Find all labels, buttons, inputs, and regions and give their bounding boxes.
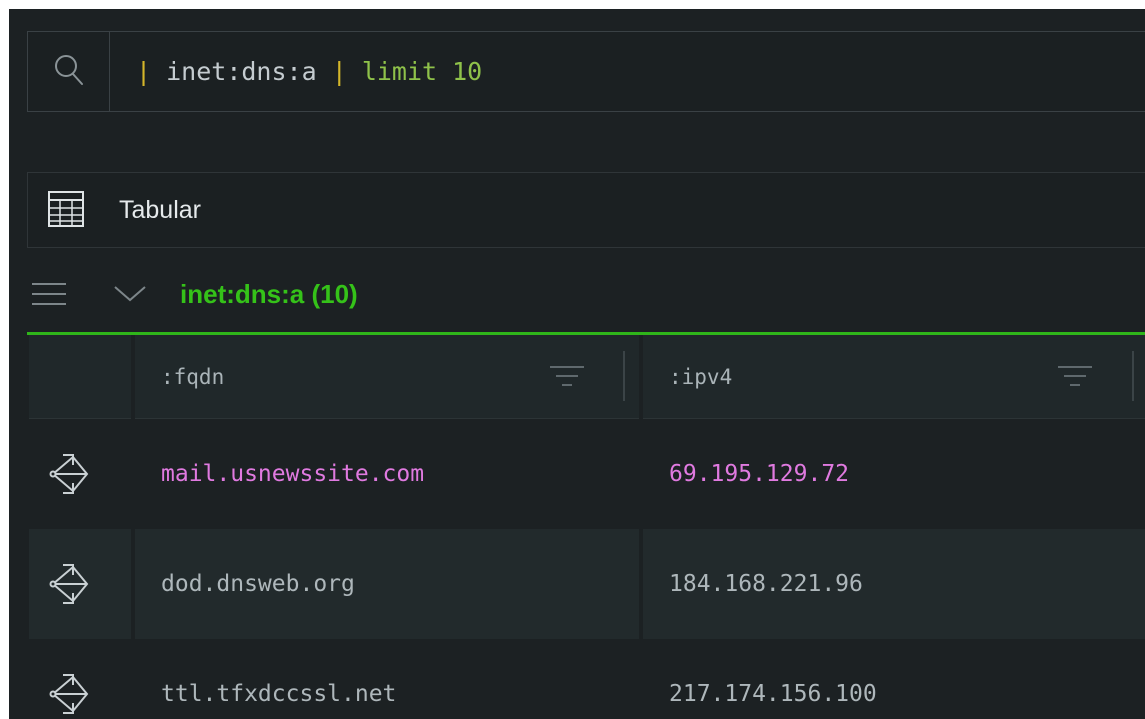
ipv4-value[interactable]: 217.174.156.100 xyxy=(669,639,877,719)
fqdn-value[interactable]: dod.dnsweb.org xyxy=(161,529,355,639)
fqdn-value[interactable]: mail.usnewssite.com xyxy=(161,419,424,529)
view-mode-bar[interactable]: Tabular xyxy=(27,172,1145,248)
storm-query-bar[interactable]: | inet:dns:a | limit 10 xyxy=(27,31,1145,112)
column-header-ipv4[interactable]: :ipv4 xyxy=(643,335,1145,419)
cell-fqdn[interactable]: ttl.tfxdccssl.net xyxy=(135,639,639,719)
node-explore-icon[interactable] xyxy=(47,451,91,501)
hamburger-menu-icon[interactable] xyxy=(32,282,66,310)
result-group-header: inet:dns:a (10) xyxy=(27,255,1145,335)
cell-ipv4[interactable]: 69.195.129.72 xyxy=(643,419,1145,529)
cell-fqdn[interactable]: dod.dnsweb.org xyxy=(135,529,639,639)
column-header-fqdn[interactable]: :fqdn xyxy=(135,335,639,419)
row-action-cell[interactable] xyxy=(29,419,131,529)
chevron-down-icon[interactable] xyxy=(113,285,147,307)
search-icon xyxy=(54,54,84,90)
node-explore-icon[interactable] xyxy=(47,671,91,719)
filter-icon[interactable] xyxy=(550,365,584,391)
table-row[interactable]: dod.dnsweb.org 184.168.221.96 xyxy=(29,529,1145,639)
cell-ipv4[interactable]: 217.174.156.100 xyxy=(643,639,1145,719)
result-group-title: inet:dns:a (10) xyxy=(180,279,358,309)
column-resize-handle[interactable] xyxy=(623,351,625,401)
table-grid-icon xyxy=(48,191,84,231)
row-action-cell[interactable] xyxy=(29,639,131,719)
table-row[interactable]: mail.usnewssite.com 69.195.129.72 xyxy=(29,419,1145,529)
column-resize-handle[interactable] xyxy=(1132,351,1134,401)
table-row[interactable]: ttl.tfxdccssl.net 217.174.156.100 xyxy=(29,639,1145,719)
table-header-row: :fqdn :ipv4 xyxy=(29,335,1145,419)
filter-icon[interactable] xyxy=(1058,365,1092,391)
node-explore-icon[interactable] xyxy=(47,561,91,611)
column-header-actions xyxy=(29,335,131,419)
query-pipe: | xyxy=(136,57,152,86)
row-action-cell[interactable] xyxy=(29,529,131,639)
fqdn-value[interactable]: ttl.tfxdccssl.net xyxy=(161,639,396,719)
ipv4-value[interactable]: 69.195.129.72 xyxy=(669,419,849,529)
query-input[interactable]: | inet:dns:a | limit 10 xyxy=(136,32,482,111)
column-header-label: :ipv4 xyxy=(669,365,733,389)
cell-ipv4[interactable]: 184.168.221.96 xyxy=(643,529,1145,639)
storm-app: | inet:dns:a | limit 10 Tabular inet:dns… xyxy=(9,9,1145,719)
view-mode-label: Tabular xyxy=(119,196,201,224)
query-command: limit 10 xyxy=(361,57,483,86)
query-form: inet:dns:a xyxy=(166,57,317,86)
results-table: :fqdn :ipv4 mail.usnewssite.com 69.195.1… xyxy=(29,335,1145,719)
column-header-label: :fqdn xyxy=(161,365,225,389)
cell-fqdn[interactable]: mail.usnewssite.com xyxy=(135,419,639,529)
ipv4-value[interactable]: 184.168.221.96 xyxy=(669,529,863,639)
query-pipe: | xyxy=(331,57,347,86)
query-search-button[interactable] xyxy=(28,32,110,111)
